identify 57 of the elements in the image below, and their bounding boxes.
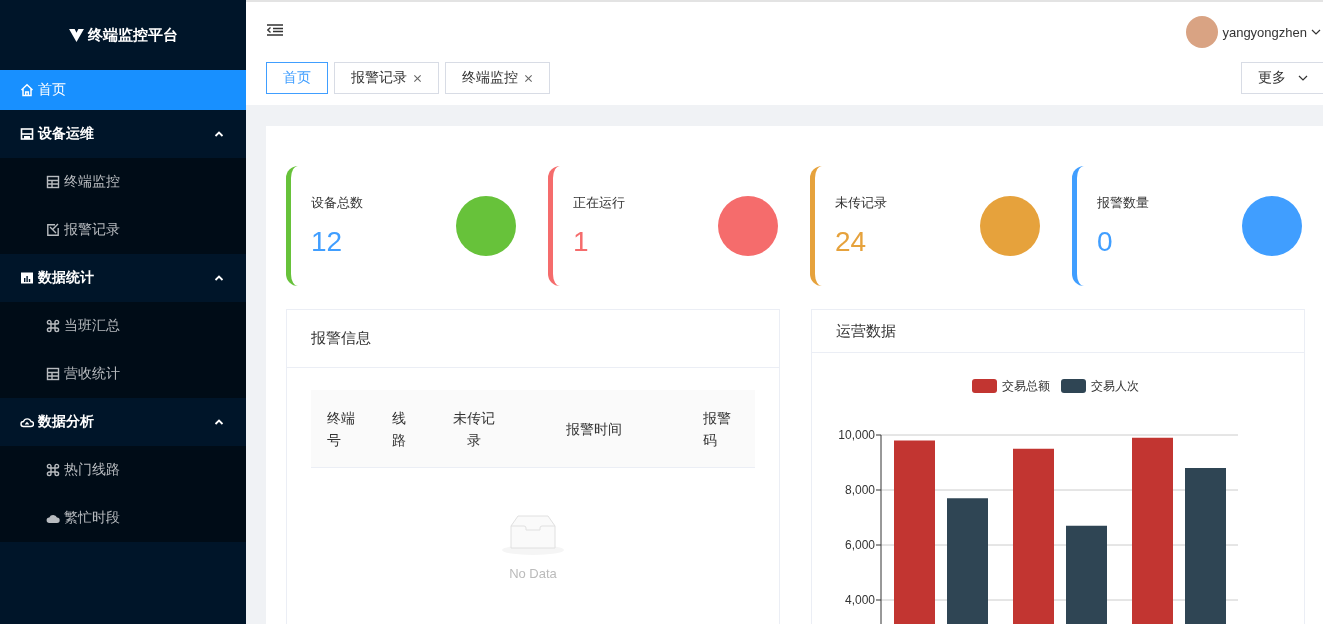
column-header: 终端号 (326, 408, 356, 450)
username[interactable]: yangyongzhen (1222, 24, 1307, 40)
stat-label: 未传记录 (835, 194, 887, 212)
y-tick-label: 10,000 (838, 428, 875, 442)
menu-fold-icon[interactable] (267, 24, 283, 36)
tab[interactable]: 报警记录 (334, 62, 439, 94)
stat-label: 报警数量 (1097, 194, 1149, 212)
y-tick-label: 8,000 (844, 483, 875, 497)
close-icon[interactable] (413, 73, 422, 83)
menu-item[interactable]: 数据统计 (0, 254, 246, 302)
submenu-item[interactable]: 繁忙时段 (0, 494, 246, 542)
command-icon (46, 463, 60, 477)
bar-chart-icon (20, 271, 34, 285)
chevron-down-icon (1298, 75, 1308, 81)
submenu-item[interactable]: 终端监控 (0, 158, 246, 206)
menu-item[interactable]: 设备运维 (0, 110, 246, 158)
y-tick-label: 6,000 (844, 538, 875, 552)
caret-icon (214, 275, 224, 281)
panel-title: 运营数据 (812, 310, 1304, 353)
logo-icon (68, 28, 84, 42)
submenu-item[interactable]: 当班汇总 (0, 302, 246, 350)
close-icon[interactable] (524, 73, 533, 83)
column-header: 报警码 (701, 408, 732, 450)
submenu-item[interactable]: 热门线路 (0, 446, 246, 494)
empty-box-icon (501, 514, 565, 556)
printer-icon (20, 127, 34, 141)
grid-icon (46, 367, 60, 381)
command-icon (46, 319, 60, 333)
panel-title: 报警信息 (287, 310, 779, 368)
empty-text: No Data (509, 566, 557, 581)
column-header: 未传记录 (451, 408, 496, 450)
submenu-item[interactable]: 营收统计 (0, 350, 246, 398)
chevron-down-icon[interactable] (1311, 29, 1321, 35)
stat-label: 正在运行 (573, 194, 625, 212)
legend-label[interactable]: 交易人次 (1090, 377, 1139, 395)
tab[interactable]: 终端监控 (445, 62, 550, 94)
stat-value: 12 (311, 226, 344, 258)
cloud-icon (20, 415, 34, 429)
column-header: 报警时间 (564, 419, 623, 439)
column-header: 线路 (390, 408, 407, 450)
legend-swatch[interactable] (1060, 379, 1086, 393)
stat-value: 0 (1097, 226, 1114, 258)
caret-icon (214, 419, 224, 425)
grid-icon (46, 175, 60, 189)
stat-value: 24 (835, 226, 868, 258)
more-dropdown[interactable]: 更多 (1241, 62, 1323, 94)
edit-icon (46, 223, 60, 237)
stat-value: 1 (573, 226, 590, 258)
legend-label[interactable]: 交易总额 (1001, 377, 1050, 395)
stat-label: 设备总数 (311, 194, 363, 212)
menu-item[interactable]: 数据分析 (0, 398, 246, 446)
legend-swatch[interactable] (971, 379, 997, 393)
caret-icon (214, 131, 224, 137)
logo-title: 终端监控平台 (87, 25, 178, 45)
submenu-item[interactable]: 报警记录 (0, 206, 246, 254)
home-icon (20, 83, 34, 97)
y-tick-label: 4,000 (844, 593, 875, 607)
